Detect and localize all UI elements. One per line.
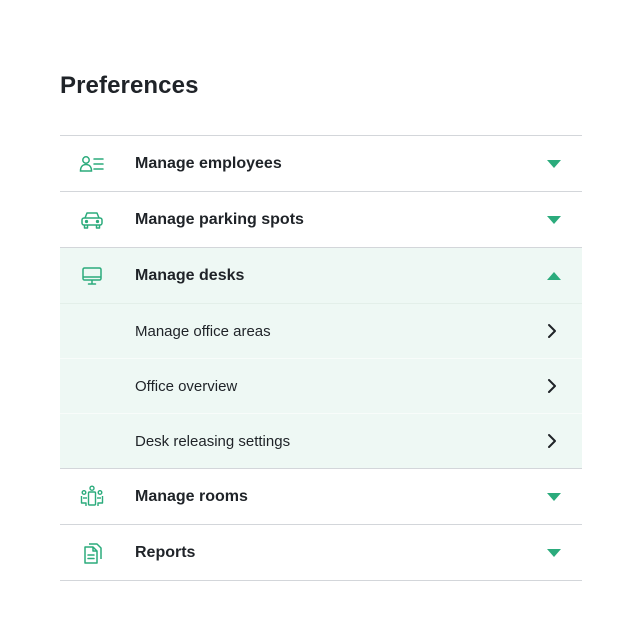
menu-item-reports[interactable]: Reports	[60, 525, 582, 581]
submenu-item-manage-office-areas[interactable]: Manage office areas	[60, 304, 582, 359]
menu-item-manage-parking-spots[interactable]: Manage parking spots	[60, 192, 582, 248]
chevron-right-icon	[546, 378, 558, 394]
meeting-room-icon	[79, 484, 105, 510]
submenu-item-label: Office overview	[135, 377, 238, 395]
preferences-menu: Manage employees Manage parking spots Ma…	[60, 135, 582, 581]
caret-up-icon	[546, 271, 562, 281]
menu-item-manage-employees[interactable]: Manage employees	[60, 136, 582, 192]
caret-down-icon	[546, 492, 562, 502]
menu-item-label: Manage desks	[135, 266, 245, 284]
caret-down-icon	[546, 548, 562, 558]
chevron-right-icon	[546, 433, 558, 449]
menu-item-label: Reports	[135, 543, 196, 561]
chevron-right-icon	[546, 323, 558, 339]
car-icon	[79, 207, 105, 233]
menu-item-manage-rooms[interactable]: Manage rooms	[60, 469, 582, 525]
preferences-page: Preferences Manage employees Manage park…	[0, 0, 643, 624]
menu-item-label: Manage parking spots	[135, 210, 304, 228]
submenu-item-label: Manage office areas	[135, 322, 271, 340]
caret-down-icon	[546, 159, 562, 169]
caret-down-icon	[546, 215, 562, 225]
submenu-item-office-overview[interactable]: Office overview	[60, 359, 582, 414]
menu-item-label: Manage employees	[135, 154, 282, 172]
report-document-icon	[79, 540, 105, 566]
menu-item-manage-desks[interactable]: Manage desks	[60, 248, 582, 304]
monitor-icon	[79, 263, 105, 289]
menu-item-label: Manage rooms	[135, 487, 248, 505]
page-title: Preferences	[60, 72, 199, 99]
submenu-item-desk-releasing-settings[interactable]: Desk releasing settings	[60, 414, 582, 468]
employees-icon	[79, 151, 105, 177]
submenu-item-label: Desk releasing settings	[135, 432, 291, 450]
manage-desks-submenu: Manage office areas Office overview Desk…	[60, 304, 582, 469]
